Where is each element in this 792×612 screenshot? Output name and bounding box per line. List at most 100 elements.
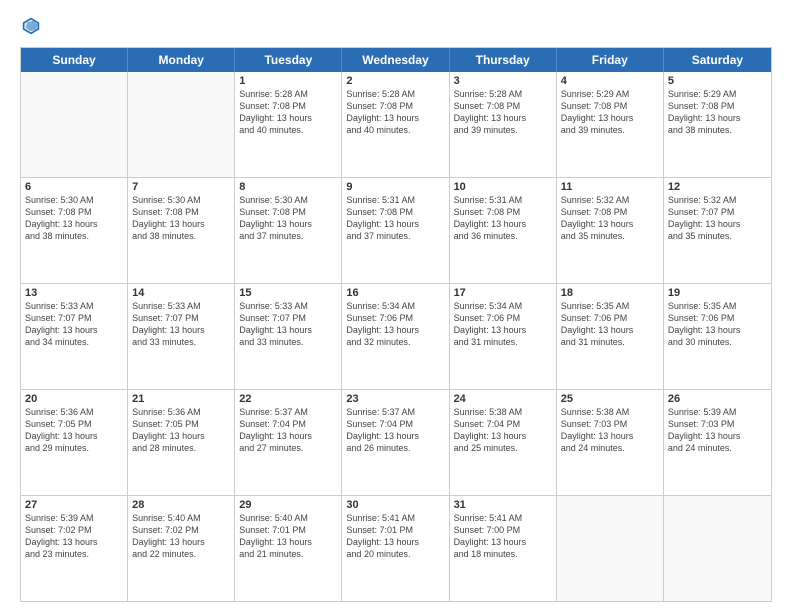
- calendar-header-cell: Monday: [128, 48, 235, 72]
- day-number: 22: [239, 393, 337, 405]
- day-info: Sunrise: 5:37 AM Sunset: 7:04 PM Dayligh…: [239, 406, 337, 455]
- day-info: Sunrise: 5:33 AM Sunset: 7:07 PM Dayligh…: [132, 300, 230, 349]
- day-number: 23: [346, 393, 444, 405]
- calendar-header-cell: Sunday: [21, 48, 128, 72]
- calendar-cell: 8Sunrise: 5:30 AM Sunset: 7:08 PM Daylig…: [235, 178, 342, 283]
- calendar-cell: 25Sunrise: 5:38 AM Sunset: 7:03 PM Dayli…: [557, 390, 664, 495]
- day-number: 5: [668, 75, 767, 87]
- day-info: Sunrise: 5:35 AM Sunset: 7:06 PM Dayligh…: [561, 300, 659, 349]
- logo-icon: [20, 15, 42, 37]
- day-number: 3: [454, 75, 552, 87]
- day-number: 29: [239, 499, 337, 511]
- calendar-header: SundayMondayTuesdayWednesdayThursdayFrid…: [21, 48, 771, 72]
- calendar-cell: 3Sunrise: 5:28 AM Sunset: 7:08 PM Daylig…: [450, 72, 557, 177]
- calendar-body: 1Sunrise: 5:28 AM Sunset: 7:08 PM Daylig…: [21, 72, 771, 601]
- page: SundayMondayTuesdayWednesdayThursdayFrid…: [0, 0, 792, 612]
- calendar-cell: 20Sunrise: 5:36 AM Sunset: 7:05 PM Dayli…: [21, 390, 128, 495]
- calendar-cell: 26Sunrise: 5:39 AM Sunset: 7:03 PM Dayli…: [664, 390, 771, 495]
- day-info: Sunrise: 5:28 AM Sunset: 7:08 PM Dayligh…: [346, 88, 444, 137]
- day-info: Sunrise: 5:40 AM Sunset: 7:02 PM Dayligh…: [132, 512, 230, 561]
- day-number: 1: [239, 75, 337, 87]
- day-number: 18: [561, 287, 659, 299]
- calendar-cell: 14Sunrise: 5:33 AM Sunset: 7:07 PM Dayli…: [128, 284, 235, 389]
- calendar-row: 1Sunrise: 5:28 AM Sunset: 7:08 PM Daylig…: [21, 72, 771, 178]
- calendar-header-cell: Saturday: [664, 48, 771, 72]
- day-info: Sunrise: 5:29 AM Sunset: 7:08 PM Dayligh…: [561, 88, 659, 137]
- day-info: Sunrise: 5:38 AM Sunset: 7:03 PM Dayligh…: [561, 406, 659, 455]
- calendar-cell: 5Sunrise: 5:29 AM Sunset: 7:08 PM Daylig…: [664, 72, 771, 177]
- day-info: Sunrise: 5:32 AM Sunset: 7:07 PM Dayligh…: [668, 194, 767, 243]
- day-number: 24: [454, 393, 552, 405]
- calendar-cell: 16Sunrise: 5:34 AM Sunset: 7:06 PM Dayli…: [342, 284, 449, 389]
- calendar-cell: [557, 496, 664, 601]
- day-number: 2: [346, 75, 444, 87]
- calendar-cell: 31Sunrise: 5:41 AM Sunset: 7:00 PM Dayli…: [450, 496, 557, 601]
- day-info: Sunrise: 5:32 AM Sunset: 7:08 PM Dayligh…: [561, 194, 659, 243]
- day-info: Sunrise: 5:41 AM Sunset: 7:01 PM Dayligh…: [346, 512, 444, 561]
- calendar-cell: [128, 72, 235, 177]
- calendar-cell: 13Sunrise: 5:33 AM Sunset: 7:07 PM Dayli…: [21, 284, 128, 389]
- calendar-cell: 11Sunrise: 5:32 AM Sunset: 7:08 PM Dayli…: [557, 178, 664, 283]
- day-number: 27: [25, 499, 123, 511]
- day-info: Sunrise: 5:36 AM Sunset: 7:05 PM Dayligh…: [25, 406, 123, 455]
- calendar-row: 6Sunrise: 5:30 AM Sunset: 7:08 PM Daylig…: [21, 178, 771, 284]
- day-info: Sunrise: 5:30 AM Sunset: 7:08 PM Dayligh…: [239, 194, 337, 243]
- day-info: Sunrise: 5:31 AM Sunset: 7:08 PM Dayligh…: [454, 194, 552, 243]
- day-info: Sunrise: 5:28 AM Sunset: 7:08 PM Dayligh…: [454, 88, 552, 137]
- day-number: 30: [346, 499, 444, 511]
- day-info: Sunrise: 5:31 AM Sunset: 7:08 PM Dayligh…: [346, 194, 444, 243]
- calendar-cell: 9Sunrise: 5:31 AM Sunset: 7:08 PM Daylig…: [342, 178, 449, 283]
- calendar-cell: 4Sunrise: 5:29 AM Sunset: 7:08 PM Daylig…: [557, 72, 664, 177]
- day-number: 28: [132, 499, 230, 511]
- calendar-cell: 27Sunrise: 5:39 AM Sunset: 7:02 PM Dayli…: [21, 496, 128, 601]
- calendar-cell: 10Sunrise: 5:31 AM Sunset: 7:08 PM Dayli…: [450, 178, 557, 283]
- calendar-cell: [664, 496, 771, 601]
- day-info: Sunrise: 5:29 AM Sunset: 7:08 PM Dayligh…: [668, 88, 767, 137]
- calendar-cell: 12Sunrise: 5:32 AM Sunset: 7:07 PM Dayli…: [664, 178, 771, 283]
- day-info: Sunrise: 5:33 AM Sunset: 7:07 PM Dayligh…: [25, 300, 123, 349]
- day-number: 15: [239, 287, 337, 299]
- day-info: Sunrise: 5:39 AM Sunset: 7:03 PM Dayligh…: [668, 406, 767, 455]
- calendar-cell: [21, 72, 128, 177]
- day-number: 25: [561, 393, 659, 405]
- calendar-header-cell: Friday: [557, 48, 664, 72]
- header: [20, 15, 772, 37]
- day-number: 4: [561, 75, 659, 87]
- calendar-cell: 19Sunrise: 5:35 AM Sunset: 7:06 PM Dayli…: [664, 284, 771, 389]
- calendar-cell: 18Sunrise: 5:35 AM Sunset: 7:06 PM Dayli…: [557, 284, 664, 389]
- day-info: Sunrise: 5:36 AM Sunset: 7:05 PM Dayligh…: [132, 406, 230, 455]
- day-number: 9: [346, 181, 444, 193]
- day-number: 13: [25, 287, 123, 299]
- day-info: Sunrise: 5:35 AM Sunset: 7:06 PM Dayligh…: [668, 300, 767, 349]
- day-info: Sunrise: 5:41 AM Sunset: 7:00 PM Dayligh…: [454, 512, 552, 561]
- day-number: 17: [454, 287, 552, 299]
- calendar-cell: 29Sunrise: 5:40 AM Sunset: 7:01 PM Dayli…: [235, 496, 342, 601]
- calendar-header-cell: Wednesday: [342, 48, 449, 72]
- calendar: SundayMondayTuesdayWednesdayThursdayFrid…: [20, 47, 772, 602]
- calendar-cell: 17Sunrise: 5:34 AM Sunset: 7:06 PM Dayli…: [450, 284, 557, 389]
- day-info: Sunrise: 5:33 AM Sunset: 7:07 PM Dayligh…: [239, 300, 337, 349]
- day-number: 10: [454, 181, 552, 193]
- day-number: 7: [132, 181, 230, 193]
- day-info: Sunrise: 5:34 AM Sunset: 7:06 PM Dayligh…: [346, 300, 444, 349]
- day-number: 31: [454, 499, 552, 511]
- day-info: Sunrise: 5:30 AM Sunset: 7:08 PM Dayligh…: [25, 194, 123, 243]
- calendar-cell: 30Sunrise: 5:41 AM Sunset: 7:01 PM Dayli…: [342, 496, 449, 601]
- day-number: 20: [25, 393, 123, 405]
- day-number: 19: [668, 287, 767, 299]
- day-info: Sunrise: 5:39 AM Sunset: 7:02 PM Dayligh…: [25, 512, 123, 561]
- day-number: 8: [239, 181, 337, 193]
- calendar-row: 27Sunrise: 5:39 AM Sunset: 7:02 PM Dayli…: [21, 496, 771, 601]
- calendar-cell: 15Sunrise: 5:33 AM Sunset: 7:07 PM Dayli…: [235, 284, 342, 389]
- day-number: 12: [668, 181, 767, 193]
- day-info: Sunrise: 5:28 AM Sunset: 7:08 PM Dayligh…: [239, 88, 337, 137]
- calendar-cell: 2Sunrise: 5:28 AM Sunset: 7:08 PM Daylig…: [342, 72, 449, 177]
- day-number: 21: [132, 393, 230, 405]
- day-number: 16: [346, 287, 444, 299]
- calendar-cell: 6Sunrise: 5:30 AM Sunset: 7:08 PM Daylig…: [21, 178, 128, 283]
- calendar-cell: 23Sunrise: 5:37 AM Sunset: 7:04 PM Dayli…: [342, 390, 449, 495]
- calendar-cell: 24Sunrise: 5:38 AM Sunset: 7:04 PM Dayli…: [450, 390, 557, 495]
- day-number: 11: [561, 181, 659, 193]
- calendar-header-cell: Thursday: [450, 48, 557, 72]
- day-info: Sunrise: 5:37 AM Sunset: 7:04 PM Dayligh…: [346, 406, 444, 455]
